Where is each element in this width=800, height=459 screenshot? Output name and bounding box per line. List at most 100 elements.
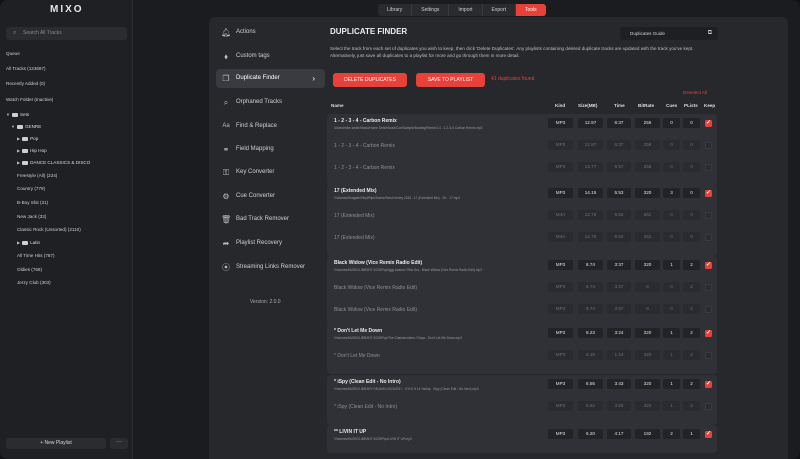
track-time-cell: 1:24: [607, 350, 631, 360]
new-playlist-button[interactable]: + New Playlist: [6, 438, 106, 449]
track-name: Black Widow (Vice Remix Radio Edit): [334, 307, 417, 313]
tool-label: Field Mapping: [236, 146, 274, 152]
keep-checkbox[interactable]: ✓: [705, 380, 712, 388]
track-bitrate-cell: 320: [635, 379, 660, 389]
tab-export[interactable]: Export: [483, 4, 516, 16]
search-input[interactable]: ⌕ Search All Tracks: [6, 27, 127, 40]
sidebar-folder-genre[interactable]: ▼ GENRE: [11, 124, 41, 129]
track-kind-cell: MP3: [548, 140, 573, 150]
keep-checkbox[interactable]: [705, 351, 712, 359]
tab-import[interactable]: Import: [449, 4, 483, 16]
tool-custom-tags[interactable]: ⬧ Custom tags: [216, 47, 325, 66]
keep-checkbox[interactable]: [705, 283, 712, 291]
keep-checkbox[interactable]: [705, 163, 712, 171]
tab-tools[interactable]: Tools: [516, 4, 546, 16]
delete-duplicates-button[interactable]: DELETE DUPLICATES: [333, 73, 407, 87]
folder-icon: [22, 160, 29, 165]
search-placeholder: Search All Tracks: [23, 30, 62, 36]
tool-bad-track-remover[interactable]: 🗑︎ Bad Track Remover: [216, 210, 325, 229]
sidebar-item-country[interactable]: Country (779): [17, 186, 45, 191]
column-header-bitrate[interactable]: BitRate: [638, 103, 654, 108]
sidebar-item-new-jack[interactable]: New Jack (33): [17, 214, 46, 219]
keep-checkbox[interactable]: [705, 402, 712, 410]
track-path: /Users/mike.smith/Music/Home Sets/House/…: [334, 126, 483, 130]
gear-icon: ⚙: [222, 192, 230, 201]
tool-duplicate-finder[interactable]: ❐ Duplicate Finder ›: [216, 69, 325, 88]
tab-library[interactable]: Library: [378, 4, 413, 16]
tool-key-converter[interactable]: ⚿ Key Converter: [216, 163, 325, 182]
track-bitrate-cell: 256: [635, 140, 660, 150]
deselect-all-link[interactable]: Deselect All: [683, 90, 707, 95]
column-header-plists[interactable]: PLists: [684, 103, 698, 108]
sidebar-item-watch-folder[interactable]: Watch Folder (Inactive): [6, 97, 53, 102]
sidebar-item-label: Hip Hop: [30, 148, 47, 153]
duplicates-guide-button[interactable]: Duplicates Guide ⧉: [620, 27, 718, 40]
track-time-cell: 5:53: [607, 188, 631, 198]
track-bitrate-cell: 256: [635, 162, 660, 172]
sidebar-folder-dance-classics[interactable]: ▶ DANCE CLASSICS & DISCO: [17, 160, 90, 165]
track-plists-cell: 2: [683, 260, 700, 270]
track-kind-cell: MP3: [548, 401, 573, 411]
track-bitrate-cell: 261: [635, 232, 660, 242]
track-kind-cell: MP3: [548, 162, 573, 172]
tab-settings[interactable]: Settings: [412, 4, 450, 16]
tool-field-mapping[interactable]: ⚭ Field Mapping: [216, 140, 325, 159]
keep-checkbox[interactable]: [705, 211, 712, 219]
tool-label: Playlist Recovery: [236, 240, 283, 246]
track-size-cell: 13.77: [578, 162, 603, 172]
track-plists-cell: 0: [683, 210, 700, 220]
tool-find-replace[interactable]: Aa Find & Replace: [216, 117, 325, 136]
tool-cue-converter[interactable]: ⚙ Cue Converter: [216, 187, 325, 206]
column-header-kind[interactable]: Kind: [555, 103, 565, 108]
track-cues-cell: 0: [663, 118, 680, 128]
column-header-cues[interactable]: Cues: [666, 103, 677, 108]
track-bitrate-cell: 192: [635, 429, 660, 439]
chevron-right-icon: ▶: [17, 136, 21, 141]
sidebar-item-recently-added[interactable]: Recently Added (0): [6, 81, 45, 86]
track-cues-cell: 0: [663, 282, 680, 292]
tool-playlist-recovery[interactable]: ➦ Playlist Recovery: [216, 234, 325, 253]
sidebar-folder-sets[interactable]: ▼ Sets: [6, 112, 29, 117]
keep-checkbox[interactable]: [705, 305, 712, 313]
sidebar-item-jerzy-club[interactable]: Jerzy Club (303): [17, 280, 51, 285]
column-header-keep[interactable]: Keep: [704, 103, 715, 108]
track-cues-cell: 0: [663, 140, 680, 150]
save-to-playlist-button[interactable]: SAVE TO PLAYLIST: [416, 73, 485, 87]
track-size-cell: 12.78: [578, 210, 603, 220]
tool-label: Bad Track Remover: [236, 216, 290, 222]
keep-checkbox[interactable]: ✓: [705, 189, 712, 197]
column-header-size[interactable]: Size(MB): [578, 103, 597, 108]
track-size-cell: 6.20: [578, 429, 603, 439]
keep-checkbox[interactable]: ✓: [705, 119, 712, 127]
column-header-name[interactable]: Name: [331, 103, 344, 108]
copy-icon: ❐: [222, 74, 230, 83]
sidebar-item-b-boy[interactable]: B-Boy Shit (31): [17, 200, 48, 205]
keep-checkbox[interactable]: [705, 141, 712, 149]
sidebar-folder-pop[interactable]: ▶ Pop: [17, 136, 38, 141]
sidebar-item-classic-rock[interactable]: Classic Rock (Unsorted) (2110): [17, 227, 81, 232]
keep-checkbox[interactable]: ✓: [705, 430, 712, 438]
keep-checkbox[interactable]: ✓: [705, 329, 712, 337]
sidebar-item-freestyle[interactable]: Freestyle (All) (224): [17, 173, 57, 178]
more-options-button[interactable]: ···: [110, 438, 128, 449]
track-name: * iSpy (Clean Edit - No Intro): [334, 404, 398, 410]
tool-orphaned-tracks[interactable]: ⌕ Orphaned Tracks: [216, 93, 325, 112]
sidebar-folder-hip-hop[interactable]: ▶ Hip Hop: [17, 148, 47, 153]
sidebar-item-all-tracks[interactable]: All Tracks (123697): [6, 66, 46, 71]
track-size-cell: 8.56: [578, 379, 603, 389]
link-icon: ⚭: [222, 145, 230, 154]
column-header-time[interactable]: Time: [614, 103, 625, 108]
sidebar-folder-latin[interactable]: ▶ Latin: [17, 240, 40, 245]
keep-checkbox[interactable]: [705, 233, 712, 241]
tool-actions[interactable]: 🔔︎ Actions: [216, 23, 325, 42]
sidebar-item-all-time-hits[interactable]: All Time Hits (787): [17, 253, 55, 258]
sidebar-item-oldies[interactable]: Oldies (769): [17, 267, 42, 272]
track-cues-cell: 0: [663, 162, 680, 172]
duplicate-group: 1 - 2 - 3 - 4 - Carbon Remix/Users/mike.…: [327, 114, 717, 186]
track-name: Black Widow (Vice Remix Radio Edit): [334, 260, 423, 266]
duplicate-group: Black Widow (Vice Remix Radio Edit) /Volu…: [327, 256, 717, 328]
keep-checkbox[interactable]: ✓: [705, 261, 712, 269]
sidebar-item-queue[interactable]: Queue: [6, 51, 20, 56]
chevron-right-icon: ▶: [17, 240, 21, 245]
tool-streaming-links-remover[interactable]: ⦿ Streaming Links Remover: [216, 258, 325, 277]
